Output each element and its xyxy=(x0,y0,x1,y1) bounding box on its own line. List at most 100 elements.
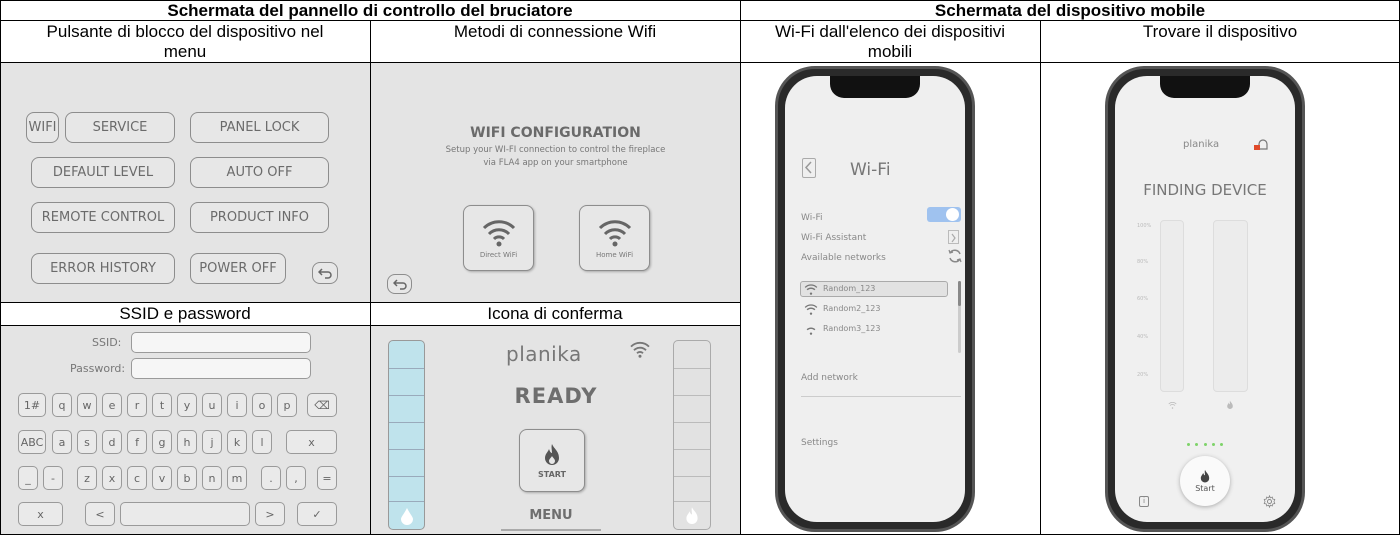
add-network-link[interactable]: Add network xyxy=(801,373,858,383)
flame-icon xyxy=(686,507,698,524)
wifi-icon xyxy=(630,341,650,358)
key-j[interactable]: j xyxy=(202,430,222,454)
brand-logo: planika xyxy=(506,342,582,366)
wifi-row-label: Wi-Fi xyxy=(801,213,823,223)
key-dot[interactable]: . xyxy=(261,466,281,490)
menu-button[interactable]: MENU xyxy=(501,508,601,531)
key-abc[interactable]: ABC xyxy=(18,430,46,454)
back-arrow-icon xyxy=(392,279,407,290)
phone-wifi: Wi-Fi Wi-Fi Wi-Fi Assistant Available ne… xyxy=(775,66,975,532)
key-i[interactable]: i xyxy=(227,393,247,417)
home-wifi-label: Home WiFi xyxy=(595,251,634,259)
key-a[interactable]: a xyxy=(52,430,72,454)
network-name: Random_123 xyxy=(823,284,876,293)
assistant-chevron-icon[interactable] xyxy=(948,230,959,244)
start-label: START xyxy=(537,469,567,479)
phone-finding-screen: planika FINDING DEVICE 100% 80% 60% 40% … xyxy=(1115,76,1295,522)
key-k[interactable]: k xyxy=(227,430,247,454)
key-v[interactable]: v xyxy=(152,466,172,490)
refresh-icon[interactable] xyxy=(947,248,963,264)
service-button[interactable]: SERVICE xyxy=(65,112,175,143)
home-wifi-button[interactable]: Home WiFi xyxy=(579,205,650,271)
error-history-button[interactable]: ERROR HISTORY xyxy=(31,253,175,284)
key-right[interactable]: > xyxy=(255,502,285,526)
key-w[interactable]: w xyxy=(77,393,97,417)
info-icon[interactable]: i xyxy=(1139,496,1149,507)
wifi-button[interactable]: WIFI xyxy=(26,112,59,143)
notification-lock-icon[interactable] xyxy=(1253,136,1269,152)
water-drop-icon xyxy=(401,508,413,525)
key-d[interactable]: d xyxy=(102,430,122,454)
default-level-button[interactable]: DEFAULT LEVEL xyxy=(31,157,175,188)
key-space[interactable] xyxy=(120,502,250,526)
back-button[interactable] xyxy=(387,274,412,294)
key-backspace[interactable]: ⌫ xyxy=(307,393,337,417)
panel-lock-button[interactable]: PANEL LOCK xyxy=(190,112,329,143)
network-scrollbar[interactable] xyxy=(958,281,961,353)
key-h[interactable]: h xyxy=(177,430,197,454)
back-button[interactable] xyxy=(312,262,338,284)
key-confirm[interactable]: ✓ xyxy=(297,502,337,526)
start-button[interactable]: START xyxy=(519,429,585,492)
direct-wifi-button[interactable]: Direct WiFi xyxy=(463,205,534,271)
available-networks-label: Available networks xyxy=(801,253,886,263)
network-name[interactable]: Random3_123 xyxy=(823,324,880,333)
finding-device-status: FINDING DEVICE xyxy=(1143,181,1267,199)
gear-icon[interactable] xyxy=(1263,495,1276,508)
subheader-confirm: Icona di conferma xyxy=(487,304,623,323)
wifi-icon xyxy=(482,220,515,247)
wifi-icon xyxy=(806,327,816,335)
power-off-button[interactable]: POWER OFF xyxy=(190,253,286,284)
key-dash[interactable]: - xyxy=(43,466,63,490)
start-button[interactable]: Start xyxy=(1180,456,1230,506)
key-f[interactable]: f xyxy=(127,430,147,454)
settings-link[interactable]: Settings xyxy=(801,438,838,448)
key-m[interactable]: m xyxy=(227,466,247,490)
network-name[interactable]: Random2_123 xyxy=(823,304,880,313)
key-x-bottom[interactable]: x xyxy=(18,502,63,526)
key-underscore[interactable]: _ xyxy=(18,466,38,490)
key-left[interactable]: < xyxy=(85,502,115,526)
key-equals[interactable]: = xyxy=(317,466,337,490)
key-l[interactable]: l xyxy=(252,430,272,454)
auto-off-button[interactable]: AUTO OFF xyxy=(190,157,329,188)
key-x-wide[interactable]: x xyxy=(286,430,337,454)
tick-label: 80% xyxy=(1137,259,1149,265)
brand-logo: planika xyxy=(1183,139,1220,150)
wifi-assistant-label: Wi-Fi Assistant xyxy=(801,233,867,243)
key-z[interactable]: z xyxy=(77,466,97,490)
key-comma[interactable]: , xyxy=(286,466,306,490)
key-b[interactable]: b xyxy=(177,466,197,490)
subheader-wifi-list: Wi-Fi dall'elenco dei dispositivi mobili xyxy=(775,22,1005,61)
mobile-header: Schermata del dispositivo mobile xyxy=(934,0,1206,20)
key-o[interactable]: o xyxy=(252,393,272,417)
wifi-config-panel: WIFI CONFIGURATION Setup your WI-FI conn… xyxy=(371,63,740,302)
key-t[interactable]: t xyxy=(152,393,172,417)
key-u[interactable]: u xyxy=(202,393,222,417)
menu-panel: WIFI SERVICE PANEL LOCK DEFAULT LEVEL AU… xyxy=(1,63,370,302)
tick-label: 100% xyxy=(1137,223,1152,229)
key-y[interactable]: y xyxy=(177,393,197,417)
key-g[interactable]: g xyxy=(152,430,172,454)
key-r[interactable]: r xyxy=(127,393,147,417)
wifi-config-title: WIFI CONFIGURATION xyxy=(470,125,641,141)
remote-control-button[interactable]: REMOTE CONTROL xyxy=(31,202,175,233)
key-q[interactable]: q xyxy=(52,393,72,417)
back-chevron-icon[interactable] xyxy=(802,158,816,178)
burner-panel-header: Schermata del pannello di controllo del … xyxy=(167,0,573,20)
key-e[interactable]: e xyxy=(102,393,122,417)
key-c[interactable]: c xyxy=(127,466,147,490)
key-x[interactable]: x xyxy=(102,466,122,490)
tick-label: 60% xyxy=(1137,296,1149,302)
level-bar-right xyxy=(1213,220,1248,392)
ssid-field[interactable] xyxy=(131,332,311,353)
product-info-button[interactable]: PRODUCT INFO xyxy=(190,202,329,233)
key-1#[interactable]: 1# xyxy=(18,393,46,417)
key-p[interactable]: p xyxy=(277,393,297,417)
password-field[interactable] xyxy=(131,358,311,379)
ssid-keyboard-panel: SSID: Password: 1# q w e r t y u i o p ⌫… xyxy=(1,326,370,534)
table-col3-line xyxy=(1040,20,1041,535)
key-s[interactable]: s xyxy=(77,430,97,454)
wifi-toggle[interactable] xyxy=(927,207,961,222)
key-n[interactable]: n xyxy=(202,466,222,490)
